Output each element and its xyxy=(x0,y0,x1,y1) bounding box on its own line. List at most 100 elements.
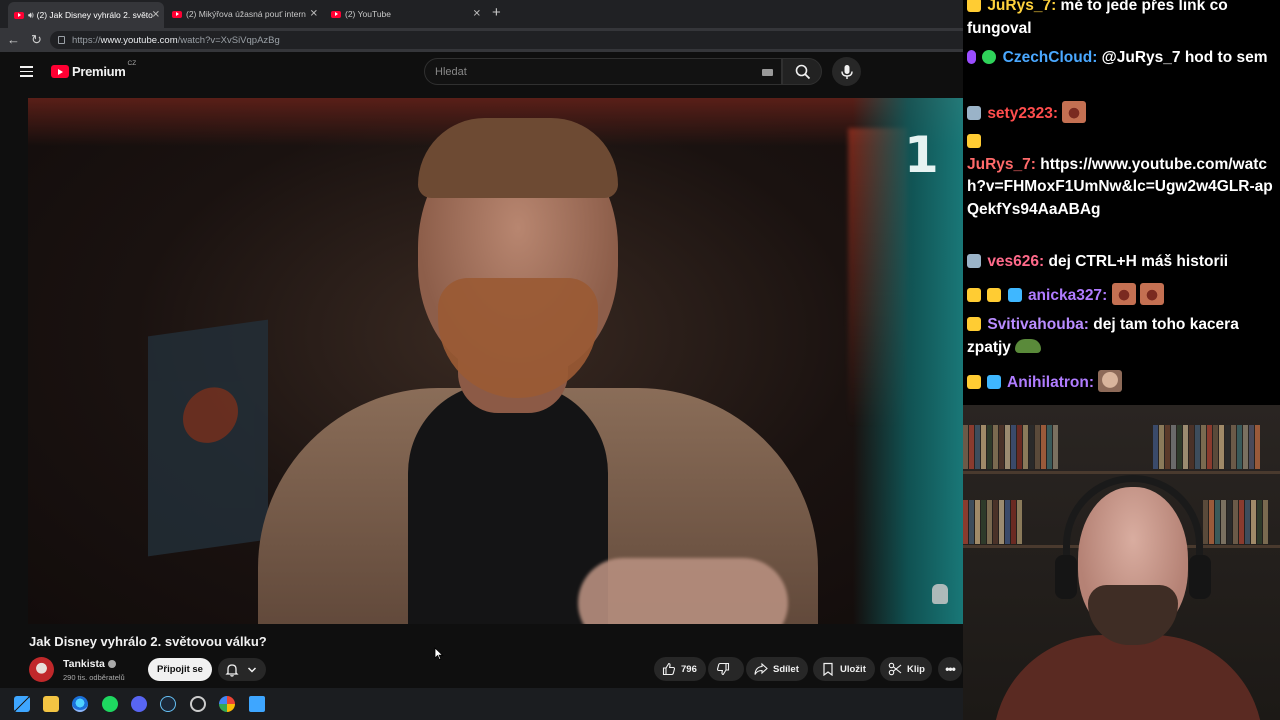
cube-badge-icon xyxy=(987,375,1002,389)
notepad-icon[interactable] xyxy=(249,696,265,712)
microphone-icon xyxy=(840,64,853,79)
url-path: /watch?v=XvSiVqpAzBg xyxy=(177,34,280,46)
video-background xyxy=(148,319,268,557)
chat-username[interactable]: JuRys_7 xyxy=(987,0,1051,14)
chat-message: anicka327: xyxy=(967,283,1277,308)
search-placeholder: Hledat xyxy=(435,65,467,78)
more-actions-button[interactable]: ••• xyxy=(938,657,962,681)
gold-badge-icon xyxy=(967,0,981,12)
silver-badge-icon xyxy=(967,106,981,120)
mouse-cursor-icon xyxy=(434,647,444,661)
emote-icon xyxy=(1111,283,1136,305)
video-title: Jak Disney vyhrálo 2. světovou válku? xyxy=(29,634,267,649)
chevron-down-icon xyxy=(247,667,257,673)
chat-username[interactable]: Anihilatron xyxy=(1007,374,1089,391)
tab-title: (2) YouTube xyxy=(345,9,391,19)
streamer xyxy=(993,475,1263,720)
file-explorer-icon[interactable] xyxy=(43,696,59,712)
clip-label: Klip xyxy=(907,663,925,675)
chat-text: dej CTRL+H máš historii xyxy=(1048,253,1229,270)
windows-start-icon[interactable] xyxy=(14,696,30,712)
chat-username[interactable]: ves626 xyxy=(987,253,1039,270)
channel-name-text: Tankista xyxy=(63,658,105,670)
chat-username[interactable]: CzechCloud xyxy=(1003,49,1093,66)
channel-watermark-icon[interactable] xyxy=(932,584,948,604)
logo-region: CZ xyxy=(127,60,137,67)
dislike-button[interactable] xyxy=(708,657,744,681)
keyboard-icon[interactable] xyxy=(762,69,773,76)
chat-username[interactable]: anicka327 xyxy=(1028,287,1102,304)
channel-avatar[interactable] xyxy=(29,657,54,682)
tab-youtube-home[interactable]: (2) YouTube ✕ xyxy=(325,4,485,24)
chat-username[interactable]: JuRys_7 xyxy=(967,156,1031,173)
video-overlay-number: 1 xyxy=(904,126,939,184)
video-player[interactable]: 1 xyxy=(28,98,963,624)
scissors-icon xyxy=(888,662,902,676)
channel-name[interactable]: Tankista xyxy=(63,658,116,670)
discord-icon[interactable] xyxy=(131,696,147,712)
chat-username[interactable]: sety2323 xyxy=(987,105,1053,122)
edge-browser-icon[interactable] xyxy=(72,696,88,712)
speaker-icon[interactable]: 🔊︎ xyxy=(28,10,34,21)
url-host: www.youtube.com xyxy=(100,34,178,46)
share-label: Sdílet xyxy=(773,663,799,675)
search-input[interactable]: Hledat xyxy=(424,58,782,85)
url-field[interactable]: https://www.youtube.com/watch?v=XvSiVqpA… xyxy=(50,31,963,49)
save-button[interactable]: Uložit xyxy=(813,657,875,681)
thumbs-down-icon xyxy=(716,662,730,676)
microphone-badge-icon xyxy=(967,50,976,64)
bell-icon xyxy=(225,663,239,677)
new-tab-icon[interactable]: + xyxy=(492,4,501,21)
chat-message: Svitivahouba: dej tam toho kacera zpatjy xyxy=(967,316,1239,356)
verified-icon xyxy=(107,660,116,669)
gold-badge-icon xyxy=(987,288,1002,302)
close-tab-icon[interactable]: ✕ xyxy=(473,9,481,20)
cube-badge-icon xyxy=(1007,288,1022,302)
bookshelf xyxy=(963,425,1073,469)
gold-badge-icon xyxy=(967,375,981,389)
like-count: 796 xyxy=(681,663,697,675)
join-button[interactable]: Připojit se xyxy=(148,658,212,681)
emote-icon xyxy=(1062,101,1087,123)
reload-icon[interactable]: ↻ xyxy=(31,32,42,48)
tab-disney-video[interactable]: 🔊︎ (2) Jak Disney vyhrálo 2. světo ✕ xyxy=(8,2,164,28)
gold-badge-icon xyxy=(967,134,981,148)
youtube-favicon-icon xyxy=(14,11,24,19)
silver-badge-icon xyxy=(967,254,981,268)
chat-message: JuRys_7: mě to jede přes link co fungova… xyxy=(967,0,1277,40)
video-presenter xyxy=(258,118,818,624)
youtube-premium-logo[interactable]: Premium CZ xyxy=(51,60,136,79)
chat-text: @JuRys_7 hod to sem xyxy=(1101,49,1268,66)
youtube-favicon-icon xyxy=(172,10,182,18)
url-prefix: https:// xyxy=(72,34,101,46)
bookshelf xyxy=(1153,425,1280,469)
crown-badge-icon xyxy=(967,288,981,302)
address-bar: ← ↻ https://www.youtube.com/watch?v=XvSi… xyxy=(0,28,963,52)
menu-icon[interactable] xyxy=(20,66,33,77)
emote-icon xyxy=(1098,370,1123,392)
search-button[interactable] xyxy=(782,58,822,85)
close-tab-icon[interactable]: ✕ xyxy=(310,9,318,20)
clip-button[interactable]: Klip xyxy=(880,657,932,681)
steam-icon[interactable] xyxy=(160,696,176,712)
share-button[interactable]: Sdílet xyxy=(746,657,808,681)
chat-message: Anihilatron: xyxy=(967,370,1277,395)
chat-message: JuRys_7: https://www.youtube.com/watch?v… xyxy=(967,131,1277,221)
stream-chat: JuRys_7: mě to jede přes link co fungova… xyxy=(963,0,1280,405)
chat-message: CzechCloud: @JuRys_7 hod to sem xyxy=(967,47,1277,70)
chat-username[interactable]: Svitivahouba xyxy=(987,316,1083,333)
spotify-icon[interactable] xyxy=(102,696,118,712)
emote-icon xyxy=(1139,283,1164,305)
app-icon[interactable] xyxy=(190,696,206,712)
like-button[interactable]: 796 xyxy=(654,657,706,681)
back-arrow-icon[interactable]: ← xyxy=(7,32,20,48)
shelf xyxy=(963,471,1280,474)
close-tab-icon[interactable]: ✕ xyxy=(152,10,160,21)
voice-search-button[interactable] xyxy=(832,57,861,86)
chat-message: ves626: dej CTRL+H máš historii xyxy=(967,251,1277,274)
chrome-icon[interactable] xyxy=(219,696,235,712)
subscriber-count: 290 tis. odběratelů xyxy=(63,673,125,682)
search-icon xyxy=(795,64,811,80)
tab-mikyr-video[interactable]: (2) Mikýřova úžasná pouť internet ✕ xyxy=(166,4,322,24)
notifications-button[interactable] xyxy=(218,658,266,681)
